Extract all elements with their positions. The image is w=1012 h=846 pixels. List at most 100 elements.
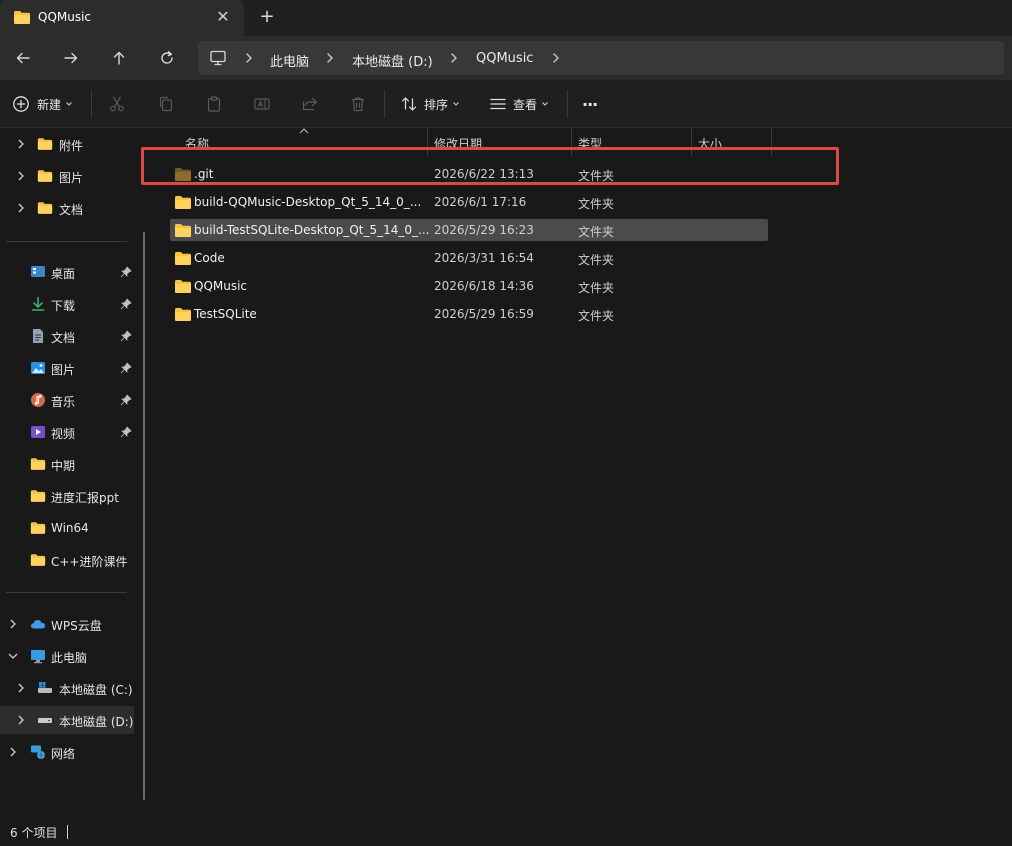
table-row[interactable]: TestSQLite 2026/5/29 16:59 文件夹: [170, 303, 768, 325]
chevron-right-icon[interactable]: [550, 51, 562, 65]
column-divider[interactable]: [771, 128, 772, 156]
chevron-down-icon[interactable]: [7, 650, 19, 662]
copy-icon[interactable]: [156, 94, 176, 114]
table-row[interactable]: build-QQMusic-Desktop_Qt_5_14_0_... 2026…: [170, 191, 768, 213]
file-name: TestSQLite: [194, 307, 257, 321]
view-label: 查看: [513, 97, 538, 112]
pin-icon[interactable]: [120, 298, 132, 310]
file-modified: 2026/5/29 16:23: [434, 223, 534, 237]
chevron-right-icon[interactable]: [15, 138, 27, 150]
chevron-right-icon[interactable]: [15, 170, 27, 182]
sidebar-item-pictures-quick[interactable]: 图片: [0, 354, 146, 382]
file-name: .git: [194, 167, 214, 181]
paste-icon[interactable]: [204, 94, 224, 114]
table-row-selected[interactable]: build-TestSQLite-Desktop_Qt_5_14_0_... 2…: [170, 219, 768, 241]
file-name: build-TestSQLite-Desktop_Qt_5_14_0_...: [194, 223, 430, 237]
up-icon[interactable]: [107, 46, 131, 70]
sidebar-item-desktop[interactable]: 桌面: [0, 258, 146, 286]
pin-icon[interactable]: [120, 394, 132, 406]
chevron-right-icon[interactable]: [7, 618, 19, 630]
sidebar-item-drive-c[interactable]: 本地磁盘 (C:): [0, 674, 146, 702]
column-divider[interactable]: [427, 128, 428, 156]
file-modified: 2026/5/29 16:59: [434, 307, 534, 321]
sidebar-item-documents-quick[interactable]: 文档: [0, 322, 146, 350]
sidebar-item-win64[interactable]: Win64: [0, 514, 146, 542]
pin-icon[interactable]: [120, 362, 132, 374]
column-header-size[interactable]: 大小: [698, 128, 768, 156]
pc-icon: [209, 49, 227, 70]
separator: [91, 90, 92, 118]
cut-icon[interactable]: [107, 94, 127, 114]
status-divider: [67, 825, 68, 839]
sidebar-item-cpp-courseware[interactable]: C++进阶课件: [0, 546, 146, 574]
pin-icon[interactable]: [120, 426, 132, 438]
sidebar-scrollbar[interactable]: [143, 232, 145, 800]
column-divider[interactable]: [691, 128, 692, 156]
title-bar: QQMusic ✕ +: [0, 0, 1012, 36]
folder-icon: [175, 224, 191, 237]
chevron-right-icon[interactable]: [15, 682, 27, 694]
column-header-label: 大小: [698, 137, 723, 151]
column-header-modified[interactable]: 修改日期: [434, 128, 574, 156]
sidebar-item-downloads[interactable]: 下载: [0, 290, 146, 318]
file-name: QQMusic: [194, 279, 248, 293]
chevron-right-icon[interactable]: [15, 714, 27, 726]
navigation-pane: 附件 图片 文档 桌面 下载 文档 图片 音乐 视频 中期 进度汇报ppt Wi…: [0, 128, 146, 818]
breadcrumb-drive-d[interactable]: 本地磁盘 (D:): [352, 51, 433, 70]
sidebar-item-label: WPS云盘: [51, 619, 102, 633]
sidebar-item-midterm[interactable]: 中期: [0, 450, 146, 478]
item-count: 6 个项目: [10, 826, 58, 840]
new-button[interactable]: 新建: [12, 92, 73, 116]
file-modified: 2026/6/22 13:13: [434, 167, 534, 181]
column-header-type[interactable]: 类型: [578, 128, 688, 156]
table-row[interactable]: Code 2026/3/31 16:54 文件夹: [170, 247, 768, 269]
more-options-button[interactable]: ···: [582, 92, 598, 116]
chevron-right-icon[interactable]: [243, 51, 255, 65]
sidebar-item-progress-ppt[interactable]: 进度汇报ppt: [0, 482, 146, 510]
folder-icon: [37, 202, 53, 214]
pin-icon[interactable]: [120, 330, 132, 342]
table-row[interactable]: .git 2026/6/22 13:13 文件夹: [170, 163, 768, 185]
drive-icon: [38, 682, 52, 693]
chevron-right-icon[interactable]: [448, 51, 460, 65]
column-divider[interactable]: [571, 128, 572, 156]
table-row[interactable]: QQMusic 2026/6/18 14:36 文件夹: [170, 275, 768, 297]
chevron-right-icon[interactable]: [15, 202, 27, 214]
address-bar[interactable]: 此电脑 本地磁盘 (D:) QQMusic: [198, 41, 1004, 75]
folder-icon: [30, 522, 46, 534]
column-header-label: 修改日期: [434, 137, 483, 151]
file-type: 文件夹: [578, 309, 615, 323]
refresh-icon[interactable]: [155, 46, 179, 70]
close-tab-icon[interactable]: ✕: [214, 8, 232, 26]
share-icon[interactable]: [300, 94, 320, 114]
column-header-name[interactable]: 名称: [185, 128, 425, 156]
sidebar-item-music[interactable]: 音乐: [0, 386, 146, 414]
folder-icon: [37, 138, 53, 150]
chevron-down-icon: [453, 102, 459, 106]
chevron-down-icon: [542, 102, 548, 106]
sort-button[interactable]: 排序: [400, 92, 460, 116]
pin-icon[interactable]: [120, 266, 132, 278]
new-tab-button[interactable]: +: [256, 6, 278, 28]
breadcrumb-this-pc[interactable]: 此电脑: [270, 51, 309, 70]
chevron-right-icon[interactable]: [324, 51, 336, 65]
sidebar-item-videos[interactable]: 视频: [0, 418, 146, 446]
sidebar-item-pictures[interactable]: 图片: [0, 162, 146, 190]
delete-icon[interactable]: [348, 94, 368, 114]
view-button[interactable]: 查看: [489, 92, 549, 116]
sidebar-item-network[interactable]: 网络: [0, 738, 146, 766]
rename-icon[interactable]: [252, 94, 272, 114]
forward-icon[interactable]: [59, 46, 83, 70]
sidebar-item-wps-cloud[interactable]: WPS云盘: [0, 610, 146, 638]
sidebar-item-attachments[interactable]: 附件: [0, 130, 146, 158]
sidebar-item-drive-d[interactable]: 本地磁盘 (D:): [0, 706, 134, 734]
back-icon[interactable]: [11, 46, 35, 70]
hidden-folder-icon: [175, 168, 191, 181]
breadcrumb-qqmusic[interactable]: QQMusic: [476, 51, 533, 66]
sidebar-item-documents[interactable]: 文档: [0, 194, 146, 222]
folder-icon: [37, 170, 53, 182]
sidebar-item-label: 音乐: [51, 395, 76, 409]
chevron-right-icon[interactable]: [7, 746, 19, 758]
sidebar-item-this-pc[interactable]: 此电脑: [0, 642, 146, 670]
tab-qqmusic[interactable]: QQMusic ✕: [0, 0, 244, 36]
